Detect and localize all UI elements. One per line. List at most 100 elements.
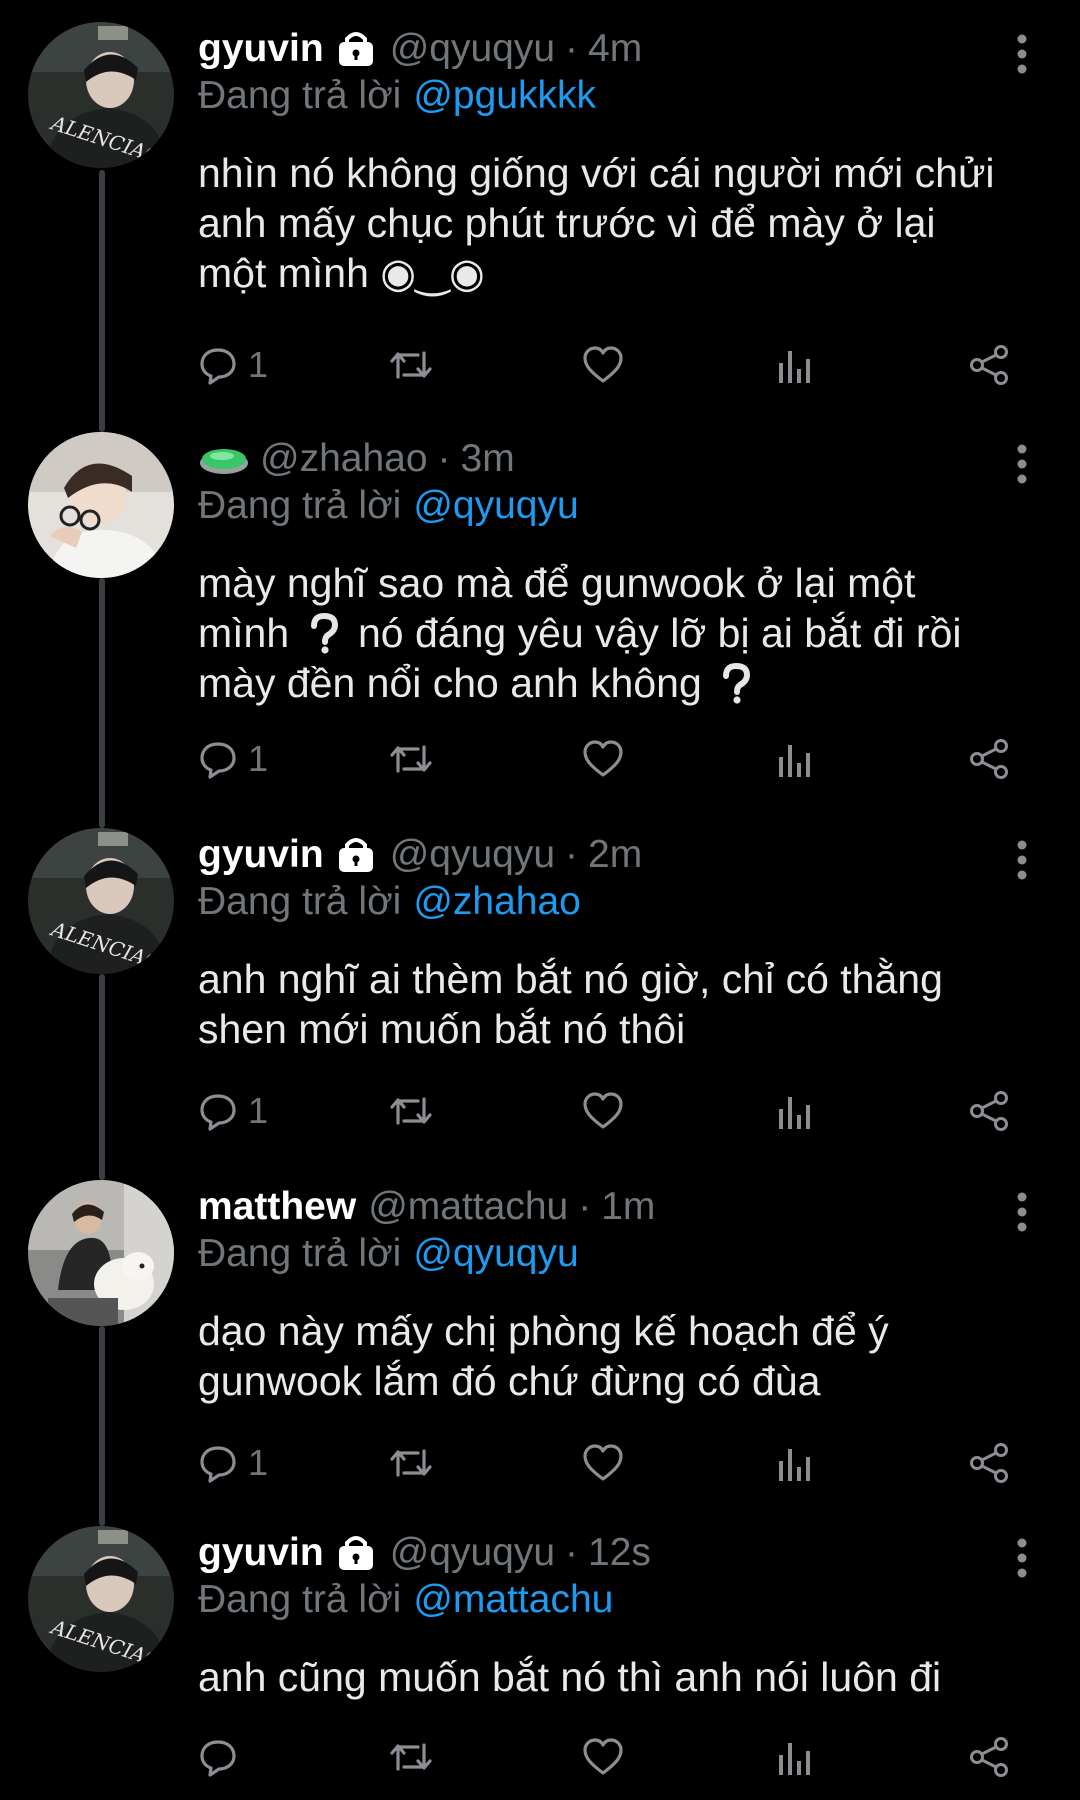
share-button[interactable] bbox=[968, 340, 1010, 390]
like-button[interactable] bbox=[582, 1438, 624, 1488]
timestamp[interactable]: 4m bbox=[588, 27, 642, 71]
tweet-text: mày nghĩ sao mà để gunwook ở lại một mìn… bbox=[198, 558, 1038, 708]
handle[interactable]: @qyuqyu bbox=[390, 1531, 555, 1575]
reply-button[interactable]: 1 bbox=[198, 1438, 268, 1488]
tweet[interactable]: ALENCIAG gyuvin @qyuqyu · 12s Đang trả l… bbox=[0, 1526, 1080, 1800]
tweet-text-line-wrap: mày đền nổi cho anh không bbox=[198, 658, 1038, 708]
heart-icon bbox=[583, 1092, 623, 1129]
avatar[interactable] bbox=[28, 432, 174, 578]
views-button[interactable] bbox=[776, 1086, 812, 1136]
views-button[interactable] bbox=[776, 734, 812, 784]
handle[interactable]: @qyuqyu bbox=[390, 833, 555, 877]
like-button[interactable] bbox=[582, 734, 624, 784]
retweet-button[interactable] bbox=[388, 1086, 434, 1136]
separator: · bbox=[437, 437, 451, 480]
tweet[interactable]: matthew @mattachu · 1m Đang trả lời @qyuq… bbox=[0, 1180, 1080, 1500]
more-options-icon[interactable] bbox=[1005, 442, 1039, 486]
more-options-icon[interactable] bbox=[1005, 1190, 1039, 1234]
views-button[interactable] bbox=[776, 1732, 812, 1782]
replying-to: Đang trả lời @mattachu bbox=[198, 1578, 613, 1622]
avatar[interactable]: ALENCIAG bbox=[28, 22, 174, 168]
views-button[interactable] bbox=[776, 1438, 812, 1488]
display-name[interactable]: gyuvin bbox=[198, 1531, 324, 1575]
share-icon bbox=[970, 1091, 1008, 1131]
tweet-text: nhìn nó không giống với cái người mới ch… bbox=[198, 148, 1038, 298]
avatar[interactable]: ALENCIAG bbox=[28, 828, 174, 974]
reply-icon bbox=[200, 1740, 236, 1777]
like-button[interactable] bbox=[582, 340, 624, 390]
handle[interactable]: @qyuqyu bbox=[390, 27, 555, 71]
tweet[interactable]: ALENCIAG gyuvin @qyuqyu · 4m Đang trả lờ… bbox=[0, 22, 1080, 402]
mention-link[interactable]: @pgukkkk bbox=[413, 74, 596, 117]
tweet-text-line: shen mới muốn bắt nó thôi bbox=[198, 1006, 686, 1052]
reply-count: 1 bbox=[248, 738, 269, 779]
timestamp[interactable]: 2m bbox=[588, 833, 642, 877]
mention-link[interactable]: @qyuqyu bbox=[413, 1232, 578, 1275]
avatar[interactable] bbox=[28, 1180, 174, 1326]
replying-to: Đang trả lời @pgukkkk bbox=[198, 74, 596, 118]
more-options-icon[interactable] bbox=[1005, 32, 1039, 76]
display-name[interactable]: gyuvin bbox=[198, 27, 324, 71]
lock-icon bbox=[338, 32, 373, 66]
tweet-text-line-wrap: mình nó đáng yêu vậy lỡ bị ai bắt đi rồi bbox=[198, 608, 1038, 658]
timestamp[interactable]: 1m bbox=[601, 1185, 655, 1229]
reply-button[interactable]: 1 bbox=[198, 340, 268, 390]
tweet-text: anh nghĩ ai thèm bắt nó giờ, chỉ có thằn… bbox=[198, 954, 1038, 1054]
replying-to-label: Đang trả lời bbox=[198, 1232, 402, 1275]
tweet-text-line: anh mấy chục phút trước vì để mày ở lại bbox=[198, 200, 936, 246]
tweet-text-line: gunwook lắm đó chứ đừng có đùa bbox=[198, 1358, 821, 1404]
reply-count: 1 bbox=[248, 1442, 269, 1483]
replying-to-label: Đang trả lời bbox=[198, 1578, 402, 1621]
tweet-text-line: anh cũng muốn bắt nó thì anh nói luôn đi bbox=[198, 1654, 942, 1700]
retweet-button[interactable] bbox=[388, 1438, 434, 1488]
heart-icon bbox=[583, 1738, 623, 1775]
retweet-icon bbox=[390, 351, 432, 379]
timestamp[interactable]: 12s bbox=[588, 1531, 651, 1575]
retweet-button[interactable] bbox=[388, 734, 434, 784]
share-icon bbox=[970, 1443, 1008, 1483]
reply-icon bbox=[200, 1094, 236, 1131]
separator: · bbox=[565, 833, 579, 876]
more-options-icon[interactable] bbox=[1005, 838, 1039, 882]
tweet-text: dạo này mấy chị phòng kế hoạch để ý gunw… bbox=[198, 1306, 1038, 1406]
analytics-icon bbox=[779, 1449, 810, 1481]
like-button[interactable] bbox=[582, 1732, 624, 1782]
retweet-button[interactable] bbox=[388, 1732, 434, 1782]
tweet-text-segment: mày đền nổi cho anh không bbox=[198, 660, 702, 706]
reply-count: 1 bbox=[248, 344, 269, 385]
timestamp[interactable]: 3m bbox=[461, 437, 515, 481]
views-button[interactable] bbox=[776, 340, 812, 390]
share-button[interactable] bbox=[968, 1438, 1010, 1488]
replying-to: Đang trả lời @qyuqyu bbox=[198, 484, 579, 528]
tweet[interactable]: ALENCIAG gyuvin @qyuqyu · 2m Đang trả lờ… bbox=[0, 828, 1080, 1148]
mention-link[interactable]: @qyuqyu bbox=[413, 484, 578, 527]
reply-button[interactable]: 1 bbox=[198, 734, 268, 784]
tweet[interactable]: @zhahao · 3m Đang trả lời @qyuqyu mày ngh… bbox=[0, 432, 1080, 792]
mention-link[interactable]: @mattachu bbox=[413, 1578, 613, 1621]
share-button[interactable] bbox=[968, 1732, 1010, 1782]
retweet-button[interactable] bbox=[388, 340, 434, 390]
tweet-text-line: nhìn nó không giống với cái người mới ch… bbox=[198, 150, 995, 196]
display-name[interactable]: gyuvin bbox=[198, 833, 324, 877]
action-bar bbox=[198, 1732, 1028, 1782]
share-icon bbox=[970, 739, 1008, 779]
action-bar: 1 bbox=[198, 340, 1028, 390]
mention-link[interactable]: @zhahao bbox=[413, 880, 581, 923]
reply-button[interactable]: 1 bbox=[198, 1086, 268, 1136]
display-name[interactable]: matthew bbox=[198, 1185, 356, 1229]
share-button[interactable] bbox=[968, 734, 1010, 784]
avatar[interactable]: ALENCIAG bbox=[28, 1526, 174, 1672]
tweet-text-line: mày nghĩ sao mà để gunwook ở lại một bbox=[198, 560, 916, 606]
reply-icon bbox=[200, 1446, 236, 1483]
like-button[interactable] bbox=[582, 1086, 624, 1136]
handle[interactable]: @zhahao bbox=[260, 437, 428, 481]
separator: · bbox=[565, 1531, 579, 1574]
more-options-icon[interactable] bbox=[1005, 1536, 1039, 1580]
tweet-text: anh cũng muốn bắt nó thì anh nói luôn đi bbox=[198, 1652, 1038, 1702]
replying-to-label: Đang trả lời bbox=[198, 74, 402, 117]
handle[interactable]: @mattachu bbox=[368, 1185, 568, 1229]
lock-icon bbox=[338, 838, 373, 872]
reply-button[interactable] bbox=[198, 1732, 248, 1782]
share-icon bbox=[970, 345, 1008, 385]
share-button[interactable] bbox=[968, 1086, 1010, 1136]
